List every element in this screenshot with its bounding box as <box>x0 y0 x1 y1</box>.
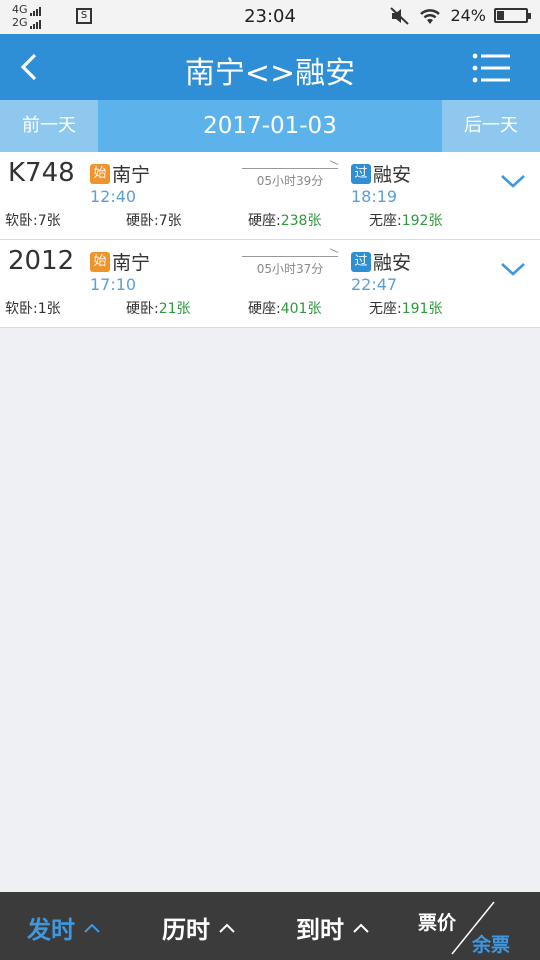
start-station-tag: 始 <box>90 163 110 184</box>
toggle-remaining-label: 余票 <box>472 934 511 956</box>
list-menu-icon[interactable] <box>472 52 510 84</box>
sort-departure-label: 发时 <box>27 916 75 944</box>
mute-icon <box>390 6 410 25</box>
previous-day-button[interactable]: 前一天 <box>0 100 98 152</box>
chevron-up-icon <box>219 923 235 933</box>
duration: 05小时39分 <box>242 168 338 189</box>
arrival-station: 过融安 <box>351 160 411 187</box>
sort-by-departure-button[interactable]: 发时 <box>27 910 101 945</box>
date-navigation: 前一天 2017-01-03 后一天 <box>0 100 540 152</box>
sort-arrival-label: 到时 <box>296 916 344 944</box>
train-number: K748 <box>8 158 75 188</box>
chevron-up-icon <box>353 923 369 933</box>
sort-by-arrival-button[interactable]: 到时 <box>296 910 370 945</box>
seat-hard-sleeper: 硬卧:21张 <box>126 301 191 317</box>
start-station-tag: 始 <box>90 251 110 272</box>
duration-text: 05小时39分 <box>256 174 324 188</box>
arrival-station-name: 融安 <box>373 164 412 186</box>
arrival-station-name: 融安 <box>373 252 412 274</box>
duration-arrow-icon <box>242 256 338 257</box>
departure-station-name: 南宁 <box>112 164 151 186</box>
next-day-button[interactable]: 后一天 <box>442 100 540 152</box>
chevron-up-icon <box>84 923 100 933</box>
sort-duration-label: 历时 <box>162 916 210 944</box>
duration: 05小时37分 <box>242 256 338 277</box>
toggle-price-label: 票价 <box>418 912 457 934</box>
seat-hard-seat: 硬座:401张 <box>248 301 322 317</box>
battery-icon <box>494 8 531 23</box>
departure-time: 12:40 <box>90 187 137 206</box>
duration-text: 05小时37分 <box>256 262 324 276</box>
train-row[interactable]: 2012 始南宁 17:10 05小时37分 过融安 22:47 软卧:1张 硬… <box>0 240 540 328</box>
wifi-icon <box>420 8 441 24</box>
train-number: 2012 <box>8 246 75 276</box>
train-row[interactable]: K748 始南宁 12:40 05小时39分 过融安 18:19 软卧:7张 硬… <box>0 152 540 240</box>
seat-hard-seat: 硬座:238张 <box>248 213 322 229</box>
train-list: K748 始南宁 12:40 05小时39分 过融安 18:19 软卧:7张 硬… <box>0 152 540 328</box>
departure-station-name: 南宁 <box>112 252 151 274</box>
page-title: 南宁<>融安 <box>184 56 356 91</box>
chevron-down-icon[interactable] <box>500 172 526 190</box>
departure-station: 始南宁 <box>90 248 150 275</box>
chevron-down-icon[interactable] <box>500 260 526 278</box>
arrival-time: 22:47 <box>351 275 398 294</box>
sort-by-duration-button[interactable]: 历时 <box>162 910 236 945</box>
sort-bar: 发时 历时 到时 票价 余票 <box>0 892 540 960</box>
seat-soft-sleeper: 软卧:7张 <box>5 213 61 229</box>
seat-soft-sleeper: 软卧:1张 <box>5 301 61 317</box>
battery-percent: 24% <box>450 6 486 25</box>
departure-station: 始南宁 <box>90 160 150 187</box>
status-bar: 4G 2G S 23:04 24% <box>0 0 540 34</box>
arrival-station: 过融安 <box>351 248 411 275</box>
duration-arrow-icon <box>242 168 338 169</box>
arrival-time: 18:19 <box>351 187 398 206</box>
current-date[interactable]: 2017-01-03 <box>98 100 442 152</box>
seat-no-seat: 无座:191张 <box>369 301 443 317</box>
departure-time: 17:10 <box>90 275 137 294</box>
passing-station-tag: 过 <box>351 251 371 272</box>
passing-station-tag: 过 <box>351 163 371 184</box>
seat-no-seat: 无座:192张 <box>369 213 443 229</box>
price-remaining-toggle[interactable]: 票价 余票 <box>418 892 528 960</box>
seat-hard-sleeper: 硬卧:7张 <box>126 213 182 229</box>
app-header: 南宁<>融安 <box>0 34 540 100</box>
